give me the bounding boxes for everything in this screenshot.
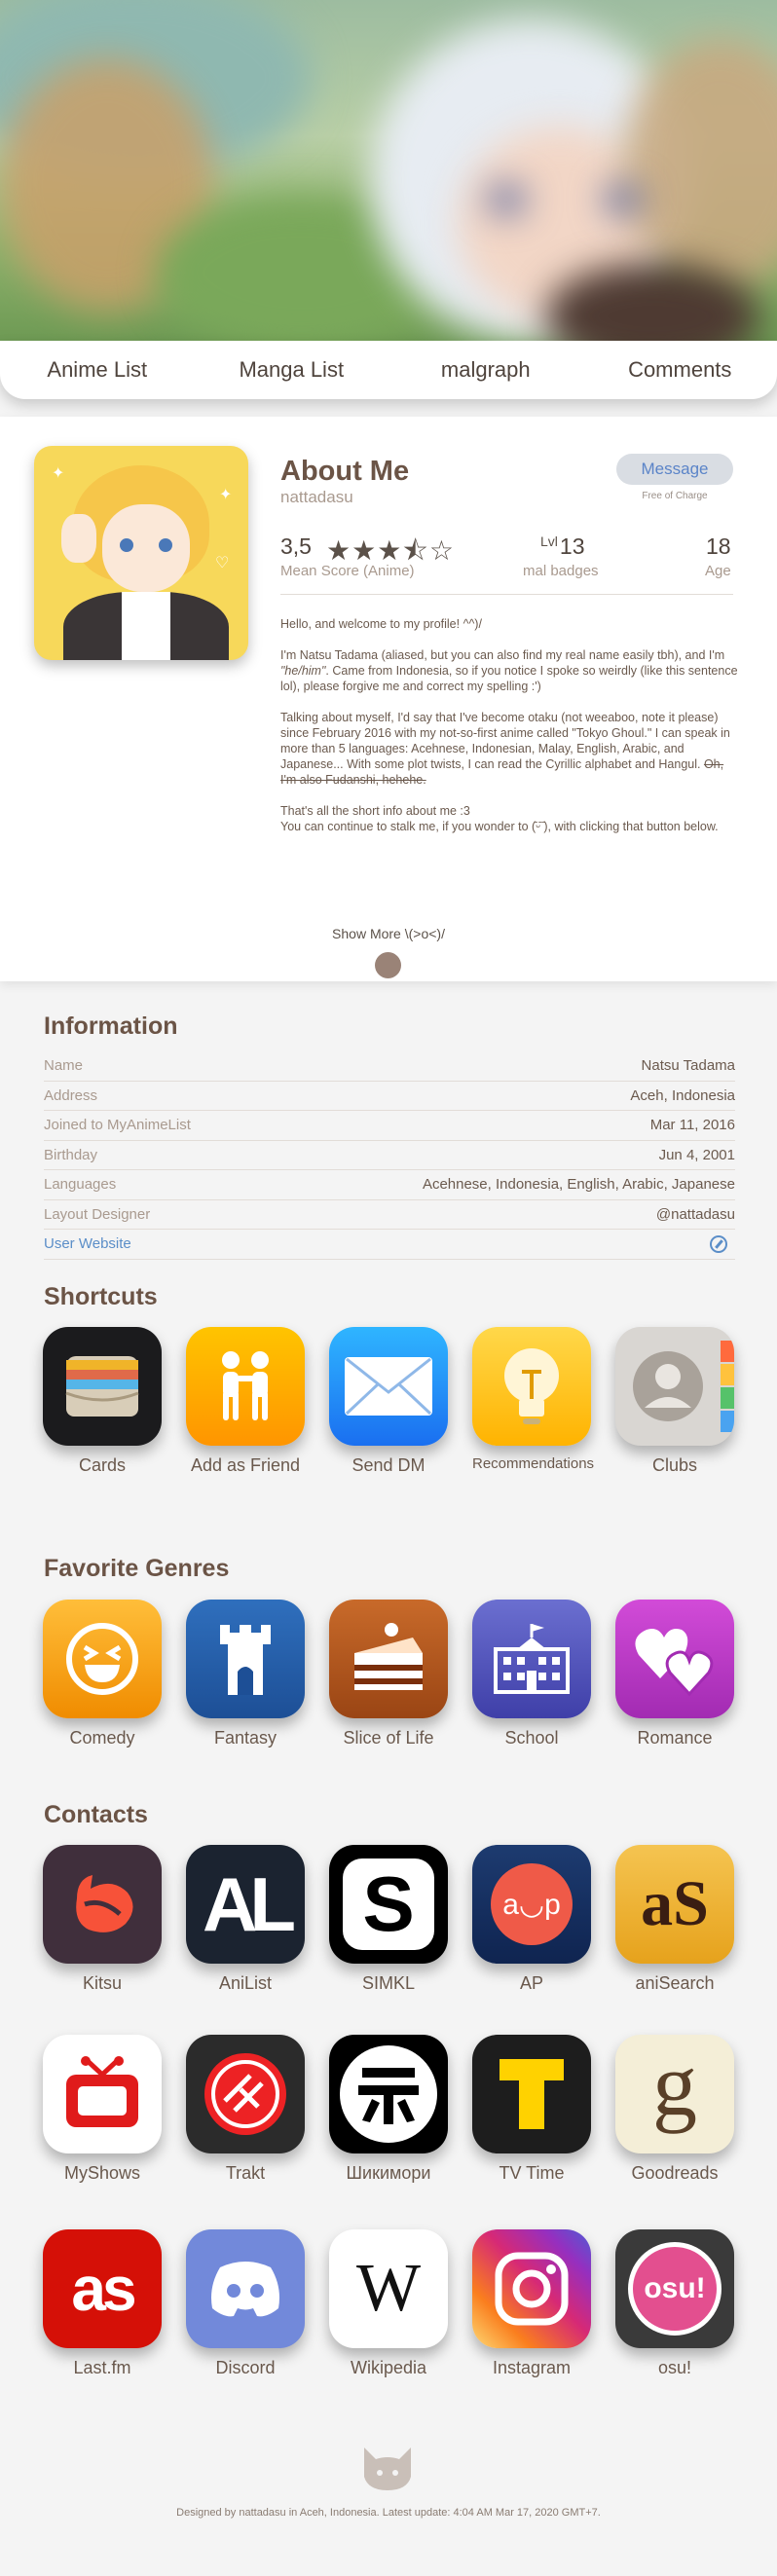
info-row: Joined to MyAnimeList Mar 11, 2016: [44, 1111, 735, 1141]
info-row: Address Aceh, Indonesia: [44, 1082, 735, 1111]
contact-ap[interactable]: a◡p AP: [472, 1845, 591, 1994]
hearts-icon[interactable]: [615, 1600, 734, 1718]
tab-anime-list[interactable]: Anime List: [0, 341, 195, 399]
simkl-icon[interactable]: S: [329, 1845, 448, 1964]
wikipedia-icon[interactable]: W: [329, 2229, 448, 2348]
contact-wikipedia[interactable]: W Wikipedia: [329, 2229, 448, 2378]
friends-icon[interactable]: [186, 1327, 305, 1446]
footer-text: Designed by nattadasu in Aceh, Indonesia…: [176, 2507, 601, 2519]
username: nattadasu: [280, 488, 353, 506]
contact-osu[interactable]: osu! osu!: [615, 2229, 734, 2378]
age-label: Age: [705, 563, 731, 579]
tab-comments[interactable]: Comments: [583, 341, 777, 399]
level-value: Lvl13: [540, 534, 585, 559]
lightbulb-icon[interactable]: [472, 1327, 591, 1446]
anisearch-icon[interactable]: aS: [615, 1845, 734, 1964]
cake-icon[interactable]: [329, 1600, 448, 1718]
compass-icon[interactable]: [710, 1234, 727, 1253]
tab-malgraph[interactable]: malgraph: [388, 341, 583, 399]
contact-anilist[interactable]: AL AniList: [186, 1845, 305, 1994]
info-row: Languages Acehnese, Indonesia, English, A…: [44, 1170, 735, 1200]
contact-anisearch[interactable]: aS aniSearch: [615, 1845, 734, 1994]
info-row: Layout Designer @nattadasu: [44, 1200, 735, 1230]
contact-lastfm[interactable]: as Last.fm: [43, 2229, 162, 2378]
anime-planet-icon[interactable]: a◡p: [472, 1845, 591, 1964]
shikimori-icon[interactable]: [329, 2035, 448, 2153]
discord-icon[interactable]: [186, 2229, 305, 2348]
laughing-face-icon[interactable]: [43, 1600, 162, 1718]
goodreads-icon[interactable]: g: [615, 2035, 734, 2153]
profile-banner: [0, 0, 777, 341]
contacts-heading: Contacts: [44, 1801, 148, 1828]
avatar: ✦ ✦ ♡: [34, 446, 248, 660]
divider: [280, 594, 733, 595]
mail-icon[interactable]: [329, 1327, 448, 1446]
message-note: Free of Charge: [642, 491, 708, 501]
genres-heading: Favorite Genres: [44, 1555, 230, 1582]
contact-discord[interactable]: Discord: [186, 2229, 305, 2378]
user-website-link[interactable]: User Website: [44, 1230, 735, 1260]
shortcut-recommendations[interactable]: Recommendations: [472, 1327, 594, 1472]
genre-comedy[interactable]: Comedy: [43, 1600, 162, 1748]
shortcuts-heading: Shortcuts: [44, 1283, 158, 1310]
instagram-icon[interactable]: [472, 2229, 591, 2348]
mean-score-label: Mean Score (Anime): [280, 563, 415, 579]
age-value: 18: [706, 534, 731, 559]
wallet-icon[interactable]: [43, 1327, 162, 1446]
shortcut-add-friend[interactable]: Add as Friend: [186, 1327, 305, 1476]
genre-fantasy[interactable]: Fantasy: [186, 1600, 305, 1748]
lastfm-icon[interactable]: as: [43, 2229, 162, 2348]
contact-trakt[interactable]: Trakt: [186, 2035, 305, 2184]
information-heading: Information: [44, 1012, 178, 1040]
contact-myshows[interactable]: MyShows: [43, 2035, 162, 2184]
cat-logo-icon: [364, 2447, 411, 2490]
expand-dot-icon[interactable]: [375, 952, 401, 978]
bio-text: Hello, and welcome to my profile! ^^)/ I…: [280, 617, 738, 833]
contact-goodreads[interactable]: g Goodreads: [615, 2035, 734, 2184]
contacts-icon[interactable]: [615, 1327, 734, 1446]
genre-romance[interactable]: Romance: [615, 1600, 734, 1748]
contact-tv-time[interactable]: TV Time: [472, 2035, 591, 2184]
kitsu-fox-icon[interactable]: [43, 1845, 162, 1964]
trakt-icon[interactable]: [186, 2035, 305, 2153]
tab-manga-list[interactable]: Manga List: [195, 341, 389, 399]
about-title: About Me: [280, 456, 410, 487]
contact-shikimori[interactable]: Шикимори: [329, 2035, 448, 2184]
shortcut-clubs[interactable]: Clubs: [615, 1327, 734, 1476]
genre-slice-of-life[interactable]: Slice of Life: [329, 1600, 448, 1748]
message-button[interactable]: Message: [616, 454, 733, 485]
tv-icon[interactable]: [43, 2035, 162, 2153]
shortcut-send-dm[interactable]: Send DM: [329, 1327, 448, 1476]
badges-label: mal badges: [523, 563, 599, 579]
show-more-button[interactable]: Show More \(>o<)/: [0, 926, 777, 941]
school-building-icon[interactable]: [472, 1600, 591, 1718]
contact-instagram[interactable]: Instagram: [472, 2229, 591, 2378]
info-row: Name Natsu Tadama: [44, 1051, 735, 1082]
mean-score-value: 3,5: [280, 534, 312, 559]
genre-school[interactable]: School: [472, 1600, 591, 1748]
contact-simkl[interactable]: S SIMKL: [329, 1845, 448, 1994]
anilist-icon[interactable]: AL: [186, 1845, 305, 1964]
castle-tower-icon[interactable]: [186, 1600, 305, 1718]
contact-kitsu[interactable]: Kitsu: [43, 1845, 162, 1994]
shortcut-cards[interactable]: Cards: [43, 1327, 162, 1476]
info-row: Birthday Jun 4, 2001: [44, 1141, 735, 1170]
tv-time-icon[interactable]: [472, 2035, 591, 2153]
about-section: ✦ ✦ ♡ About Me nattadasu Message Free of…: [0, 417, 777, 981]
osu-icon[interactable]: osu!: [615, 2229, 734, 2348]
profile-tabs: Anime List Manga List malgraph Comments: [0, 341, 777, 399]
information-table: Name Natsu Tadama Address Aceh, Indonesia …: [44, 1051, 735, 1260]
